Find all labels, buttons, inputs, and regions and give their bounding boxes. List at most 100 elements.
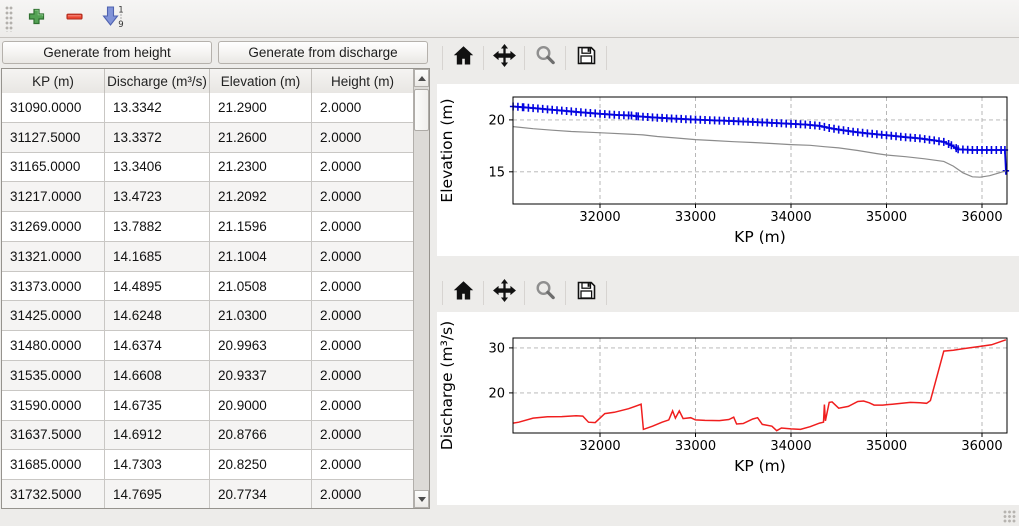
table-cell[interactable]: 2.0000 bbox=[312, 272, 413, 301]
table-cell[interactable]: 21.2300 bbox=[210, 153, 312, 182]
sort-rows-button[interactable]: 1 9 bbox=[97, 4, 131, 34]
table-cell[interactable]: 2.0000 bbox=[312, 153, 413, 182]
table-cell[interactable]: 14.7303 bbox=[105, 450, 210, 479]
table-cell[interactable]: 20.9337 bbox=[210, 361, 312, 390]
table-row[interactable]: 31217.000013.472321.20922.0000 bbox=[2, 182, 413, 212]
discharge-chart[interactable]: 32000330003400035000360002030KP (m)Disch… bbox=[437, 312, 1019, 505]
scroll-down-button[interactable] bbox=[414, 490, 429, 508]
column-header-kp[interactable]: KP (m) bbox=[2, 69, 105, 93]
table-cell[interactable]: 31685.0000 bbox=[2, 450, 105, 479]
table-cell[interactable]: 31425.0000 bbox=[2, 301, 105, 330]
table-cell[interactable]: 31373.0000 bbox=[2, 272, 105, 301]
table-cell[interactable]: 20.7734 bbox=[210, 480, 312, 508]
table-row[interactable]: 31321.000014.168521.10042.0000 bbox=[2, 242, 413, 272]
home-button[interactable] bbox=[449, 279, 477, 307]
table-row[interactable]: 31480.000014.637420.99632.0000 bbox=[2, 331, 413, 361]
table-cell[interactable]: 21.2092 bbox=[210, 182, 312, 211]
remove-row-button[interactable] bbox=[59, 4, 89, 34]
table-scrollbar[interactable] bbox=[413, 69, 429, 508]
table-row[interactable]: 31425.000014.624821.03002.0000 bbox=[2, 301, 413, 331]
table-cell[interactable]: 31090.0000 bbox=[2, 93, 105, 122]
table-cell[interactable]: 2.0000 bbox=[312, 93, 413, 122]
svg-text:35000: 35000 bbox=[866, 439, 907, 454]
table-cell[interactable]: 2.0000 bbox=[312, 421, 413, 450]
table-cell[interactable]: 2.0000 bbox=[312, 450, 413, 479]
table-cell[interactable]: 2.0000 bbox=[312, 301, 413, 330]
table-cell[interactable]: 14.6248 bbox=[105, 301, 210, 330]
column-header-elevation[interactable]: Elevation (m) bbox=[210, 69, 312, 93]
table-cell[interactable]: 21.2900 bbox=[210, 93, 312, 122]
plus-icon bbox=[26, 6, 47, 32]
table-cell[interactable]: 2.0000 bbox=[312, 331, 413, 360]
table-cell[interactable]: 31480.0000 bbox=[2, 331, 105, 360]
discharge-plot-canvas[interactable]: 32000330003400035000360002030KP (m)Disch… bbox=[437, 312, 1019, 505]
table-row[interactable]: 31165.000013.340621.23002.0000 bbox=[2, 153, 413, 183]
table-cell[interactable]: 2.0000 bbox=[312, 361, 413, 390]
table-cell[interactable]: 20.9000 bbox=[210, 391, 312, 420]
table-row[interactable]: 31685.000014.730320.82502.0000 bbox=[2, 450, 413, 480]
table-row[interactable]: 31269.000013.788221.15962.0000 bbox=[2, 212, 413, 242]
save-button[interactable] bbox=[572, 44, 600, 72]
table-cell[interactable]: 14.4895 bbox=[105, 272, 210, 301]
table-row[interactable]: 31637.500014.691220.87662.0000 bbox=[2, 421, 413, 451]
table-row[interactable]: 31732.500014.769520.77342.0000 bbox=[2, 480, 413, 508]
table-cell[interactable]: 31321.0000 bbox=[2, 242, 105, 271]
table-cell[interactable]: 14.6608 bbox=[105, 361, 210, 390]
pan-button[interactable] bbox=[490, 279, 518, 307]
table-cell[interactable]: 21.1004 bbox=[210, 242, 312, 271]
table-cell[interactable]: 31637.5000 bbox=[2, 421, 105, 450]
table-cell[interactable]: 2.0000 bbox=[312, 123, 413, 152]
table-row[interactable]: 31590.000014.673520.90002.0000 bbox=[2, 391, 413, 421]
table-cell[interactable]: 21.1596 bbox=[210, 212, 312, 241]
table-cell[interactable]: 2.0000 bbox=[312, 212, 413, 241]
table-cell[interactable]: 13.3406 bbox=[105, 153, 210, 182]
table-row[interactable]: 31090.000013.334221.29002.0000 bbox=[2, 93, 413, 123]
elevation-chart[interactable]: 32000330003400035000360001520KP (m)Eleva… bbox=[437, 84, 1019, 256]
table-cell[interactable]: 21.0508 bbox=[210, 272, 312, 301]
home-button[interactable] bbox=[449, 44, 477, 72]
elevation-plot-canvas[interactable]: 32000330003400035000360001520KP (m)Eleva… bbox=[437, 84, 1019, 256]
table-row[interactable]: 31535.000014.660820.93372.0000 bbox=[2, 361, 413, 391]
zoom-button[interactable] bbox=[531, 279, 559, 307]
table-cell[interactable]: 13.3372 bbox=[105, 123, 210, 152]
table-cell[interactable]: 31732.5000 bbox=[2, 480, 105, 508]
table-cell[interactable]: 13.3342 bbox=[105, 93, 210, 122]
table-cell[interactable]: 31269.0000 bbox=[2, 212, 105, 241]
table-cell[interactable]: 2.0000 bbox=[312, 480, 413, 508]
zoom-button[interactable] bbox=[531, 44, 559, 72]
table-cell[interactable]: 20.9963 bbox=[210, 331, 312, 360]
profile-table: KP (m) Discharge (m³/s) Elevation (m) He… bbox=[1, 68, 430, 509]
table-cell[interactable]: 31590.0000 bbox=[2, 391, 105, 420]
table-cell[interactable]: 13.7882 bbox=[105, 212, 210, 241]
table-cell[interactable]: 14.1685 bbox=[105, 242, 210, 271]
table-cell[interactable]: 2.0000 bbox=[312, 182, 413, 211]
table-cell[interactable]: 2.0000 bbox=[312, 391, 413, 420]
save-button[interactable] bbox=[572, 279, 600, 307]
table-cell[interactable]: 21.0300 bbox=[210, 301, 312, 330]
pan-button[interactable] bbox=[490, 44, 518, 72]
table-cell[interactable]: 20.8766 bbox=[210, 421, 312, 450]
toolbar-drag-handle[interactable] bbox=[5, 6, 13, 32]
table-cell[interactable]: 31165.0000 bbox=[2, 153, 105, 182]
table-row[interactable]: 31373.000014.489521.05082.0000 bbox=[2, 272, 413, 302]
table-cell[interactable]: 13.4723 bbox=[105, 182, 210, 211]
table-cell[interactable]: 31127.5000 bbox=[2, 123, 105, 152]
table-cell[interactable]: 21.2600 bbox=[210, 123, 312, 152]
generate-from-height-button[interactable]: Generate from height bbox=[2, 41, 212, 64]
column-header-height[interactable]: Height (m) bbox=[312, 69, 413, 93]
table-cell[interactable]: 14.6912 bbox=[105, 421, 210, 450]
table-cell[interactable]: 14.6735 bbox=[105, 391, 210, 420]
table-cell[interactable]: 2.0000 bbox=[312, 242, 413, 271]
table-cell[interactable]: 31217.0000 bbox=[2, 182, 105, 211]
scroll-thumb[interactable] bbox=[414, 89, 429, 131]
table-cell[interactable]: 14.7695 bbox=[105, 480, 210, 508]
scroll-up-button[interactable] bbox=[414, 69, 429, 87]
window-resize-grip[interactable] bbox=[1003, 510, 1016, 523]
table-cell[interactable]: 31535.0000 bbox=[2, 361, 105, 390]
table-cell[interactable]: 14.6374 bbox=[105, 331, 210, 360]
table-cell[interactable]: 20.8250 bbox=[210, 450, 312, 479]
generate-from-discharge-button[interactable]: Generate from discharge bbox=[218, 41, 428, 64]
column-header-discharge[interactable]: Discharge (m³/s) bbox=[105, 69, 210, 93]
table-row[interactable]: 31127.500013.337221.26002.0000 bbox=[2, 123, 413, 153]
add-row-button[interactable] bbox=[21, 4, 51, 34]
